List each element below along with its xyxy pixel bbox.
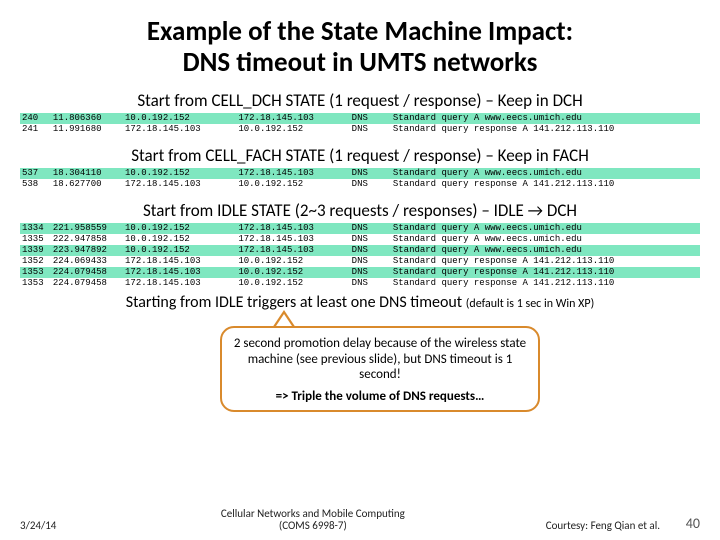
packet-row: 1353224.079458172.18.145.10310.0.192.152… bbox=[20, 267, 700, 278]
packet-trace-2: 53718.30411010.0.192.152172.18.145.103DN… bbox=[20, 168, 700, 190]
packet-cell: 10.0.192.152 bbox=[236, 179, 349, 190]
packet-cell: DNS bbox=[350, 113, 391, 124]
packet-cell: 172.18.145.103 bbox=[236, 168, 349, 179]
packet-cell: 18.304110 bbox=[51, 168, 123, 179]
slide-title: Example of the State Machine Impact: DNS… bbox=[20, 16, 700, 78]
packet-cell: 172.18.145.103 bbox=[123, 267, 236, 278]
packet-cell: Standard query response A 141.212.113.11… bbox=[391, 267, 700, 278]
packet-cell: DNS bbox=[350, 256, 391, 267]
packet-cell: 1339 bbox=[20, 245, 51, 256]
footer-date: 3/24/14 bbox=[20, 519, 80, 532]
packet-cell: 1353 bbox=[20, 278, 51, 289]
packet-cell: Standard query A www.eecs.umich.edu bbox=[391, 223, 700, 234]
packet-cell: Standard query response A 141.212.113.11… bbox=[391, 278, 700, 289]
packet-cell: DNS bbox=[350, 223, 391, 234]
packet-cell: DNS bbox=[350, 278, 391, 289]
callout-text-1: 2 second promotion delay because of the … bbox=[232, 336, 528, 383]
packet-cell: 11.991680 bbox=[51, 124, 123, 135]
packet-cell: Standard query response A 141.212.113.11… bbox=[391, 179, 700, 190]
footer-center: Cellular Networks and Mobile Computing (… bbox=[80, 508, 546, 532]
packet-row: 53818.627700172.18.145.10310.0.192.152DN… bbox=[20, 179, 700, 190]
packet-cell: Standard query A www.eecs.umich.edu bbox=[391, 245, 700, 256]
packet-cell: 240 bbox=[20, 113, 51, 124]
footer-page-number: 40 bbox=[660, 515, 700, 532]
slide: Example of the State Machine Impact: DNS… bbox=[0, 0, 720, 540]
packet-cell: 1335 bbox=[20, 234, 51, 245]
title-line-2: DNS timeout in UMTS networks bbox=[183, 46, 538, 79]
packet-row: 1335222.94785810.0.192.152172.18.145.103… bbox=[20, 234, 700, 245]
packet-cell: 10.0.192.152 bbox=[123, 245, 236, 256]
packet-cell: 172.18.145.103 bbox=[123, 256, 236, 267]
section-heading-3: Start from IDLE STATE (2~3 requests / re… bbox=[20, 200, 700, 221]
packet-row: 1353224.079458172.18.145.10310.0.192.152… bbox=[20, 278, 700, 289]
packet-cell: DNS bbox=[350, 179, 391, 190]
packet-cell: 10.0.192.152 bbox=[236, 278, 349, 289]
section-heading-2: Start from CELL_FACH STATE (1 request / … bbox=[20, 145, 700, 166]
packet-row: 1352224.069433172.18.145.10310.0.192.152… bbox=[20, 256, 700, 267]
packet-cell: Standard query response A 141.212.113.11… bbox=[391, 124, 700, 135]
packet-row: 53718.30411010.0.192.152172.18.145.103DN… bbox=[20, 168, 700, 179]
packet-cell: 172.18.145.103 bbox=[236, 113, 349, 124]
packet-cell: 11.806360 bbox=[51, 113, 123, 124]
packet-cell: 1352 bbox=[20, 256, 51, 267]
packet-row: 24111.991680172.18.145.10310.0.192.152DN… bbox=[20, 124, 700, 135]
packet-cell: DNS bbox=[350, 234, 391, 245]
callout-box: 2 second promotion delay because of the … bbox=[220, 326, 540, 412]
packet-cell: Standard query A www.eecs.umich.edu bbox=[391, 168, 700, 179]
packet-cell: 221.958559 bbox=[51, 223, 123, 234]
packet-cell: 172.18.145.103 bbox=[236, 245, 349, 256]
packet-cell: 224.079458 bbox=[51, 267, 123, 278]
packet-cell: 224.079458 bbox=[51, 278, 123, 289]
packet-trace-1: 24011.80636010.0.192.152172.18.145.103DN… bbox=[20, 113, 700, 135]
packet-cell: 10.0.192.152 bbox=[123, 234, 236, 245]
caption: Starting from IDLE triggers at least one… bbox=[20, 293, 700, 312]
packet-cell: 172.18.145.103 bbox=[123, 179, 236, 190]
packet-cell: 10.0.192.152 bbox=[236, 256, 349, 267]
packet-row: 1334221.95855910.0.192.152172.18.145.103… bbox=[20, 223, 700, 234]
title-line-1: Example of the State Machine Impact: bbox=[147, 15, 573, 48]
packet-cell: 10.0.192.152 bbox=[123, 168, 236, 179]
callout-text-2: => Triple the volume of DNS requests… bbox=[232, 389, 528, 405]
packet-cell: DNS bbox=[350, 168, 391, 179]
footer-courtesy: Courtesy: Feng Qian et al. bbox=[546, 519, 660, 532]
packet-row: 1339223.94789210.0.192.152172.18.145.103… bbox=[20, 245, 700, 256]
packet-cell: DNS bbox=[350, 245, 391, 256]
footer: 3/24/14 Cellular Networks and Mobile Com… bbox=[0, 508, 720, 532]
packet-cell: 172.18.145.103 bbox=[236, 223, 349, 234]
packet-cell: 537 bbox=[20, 168, 51, 179]
packet-cell: 172.18.145.103 bbox=[123, 124, 236, 135]
packet-cell: Standard query response A 141.212.113.11… bbox=[391, 256, 700, 267]
packet-cell: 18.627700 bbox=[51, 179, 123, 190]
callout-area: 2 second promotion delay because of the … bbox=[20, 316, 700, 466]
footer-center-l1: Cellular Networks and Mobile Computing bbox=[221, 507, 405, 520]
packet-cell: 222.947858 bbox=[51, 234, 123, 245]
packet-cell: Standard query A www.eecs.umich.edu bbox=[391, 113, 700, 124]
packet-cell: 1353 bbox=[20, 267, 51, 278]
packet-cell: 538 bbox=[20, 179, 51, 190]
packet-cell: Standard query A www.eecs.umich.edu bbox=[391, 234, 700, 245]
packet-cell: DNS bbox=[350, 124, 391, 135]
packet-cell: 241 bbox=[20, 124, 51, 135]
packet-cell: 10.0.192.152 bbox=[123, 223, 236, 234]
packet-cell: 172.18.145.103 bbox=[236, 234, 349, 245]
packet-cell: 10.0.192.152 bbox=[236, 267, 349, 278]
packet-cell: 224.069433 bbox=[51, 256, 123, 267]
caption-small: (default is 1 sec in Win XP) bbox=[466, 297, 594, 311]
packet-cell: 10.0.192.152 bbox=[123, 113, 236, 124]
packet-cell: DNS bbox=[350, 267, 391, 278]
packet-cell: 223.947892 bbox=[51, 245, 123, 256]
packet-cell: 1334 bbox=[20, 223, 51, 234]
packet-row: 24011.80636010.0.192.152172.18.145.103DN… bbox=[20, 113, 700, 124]
packet-cell: 10.0.192.152 bbox=[236, 124, 349, 135]
packet-trace-3: 1334221.95855910.0.192.152172.18.145.103… bbox=[20, 223, 700, 289]
footer-center-l2: (COMS 6998-7) bbox=[279, 519, 347, 532]
packet-cell: 172.18.145.103 bbox=[123, 278, 236, 289]
section-heading-1: Start from CELL_DCH STATE (1 request / r… bbox=[20, 90, 700, 111]
